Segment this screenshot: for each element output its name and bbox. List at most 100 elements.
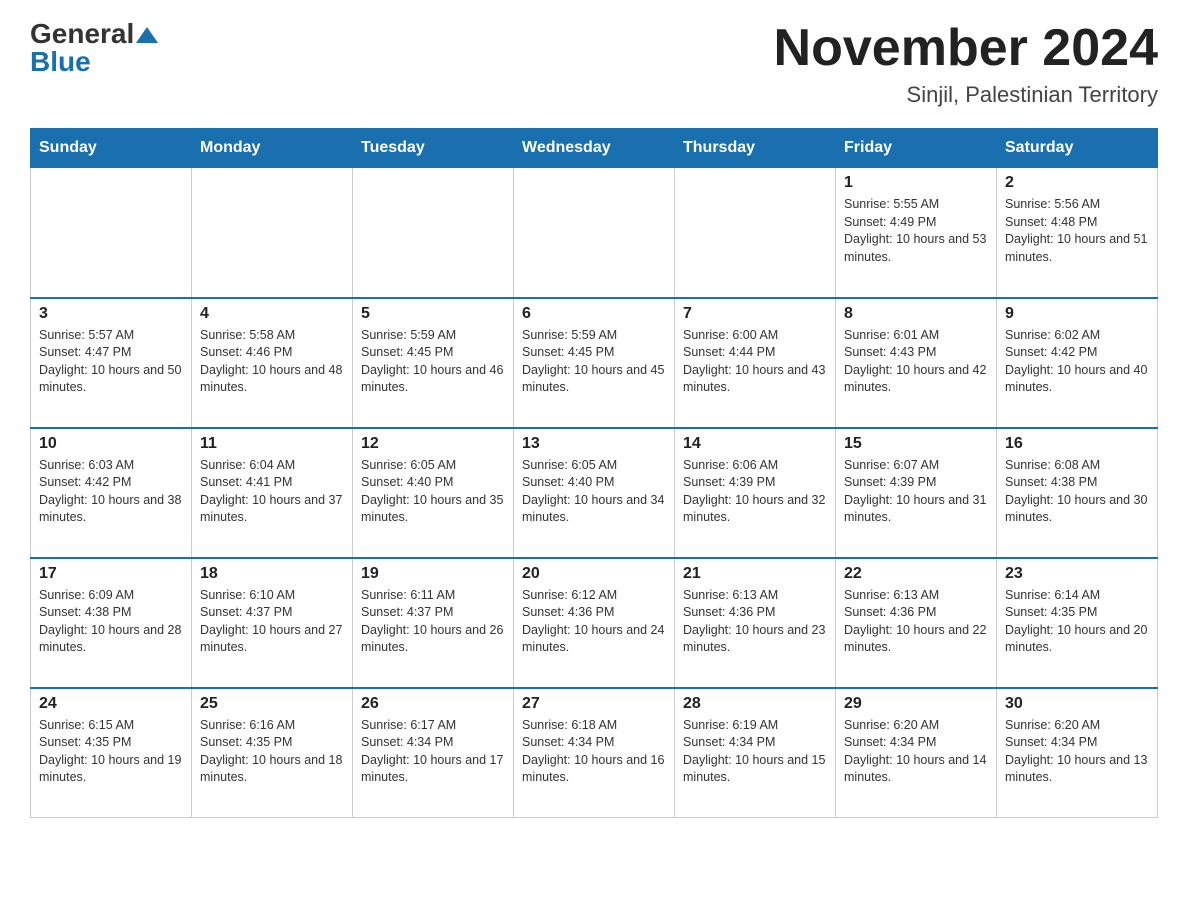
calendar-day-cell: 23 Sunrise: 6:14 AM Sunset: 4:35 PM Dayli… (997, 558, 1158, 688)
logo: General Blue (30, 20, 158, 76)
calendar-day-cell (192, 168, 353, 298)
calendar-day-cell: 13 Sunrise: 6:05 AM Sunset: 4:40 PM Dayli… (514, 428, 675, 558)
day-number: 23 (1005, 565, 1149, 583)
calendar-day-cell: 20 Sunrise: 6:12 AM Sunset: 4:36 PM Dayli… (514, 558, 675, 688)
location-title: Sinjil, Palestinian Territory (774, 82, 1158, 108)
calendar-day-cell: 22Sunrise: 6:13 AM Sunset: 4:36 PM Dayli… (836, 558, 997, 688)
day-number: 27 (522, 695, 666, 713)
day-info: Sunrise: 6:04 AM Sunset: 4:41 PM Dayligh… (200, 457, 344, 527)
day-info: Sunrise: 6:02 AM Sunset: 4:42 PM Dayligh… (1005, 327, 1149, 397)
logo-triangle-icon (136, 24, 158, 46)
day-number: 26 (361, 695, 505, 713)
day-info: Sunrise: 5:55 AM Sunset: 4:49 PM Dayligh… (844, 196, 988, 266)
day-info: Sunrise: 6:20 AM Sunset: 4:34 PM Dayligh… (1005, 717, 1149, 787)
calendar-day-cell (31, 168, 192, 298)
calendar-day-cell: 17Sunrise: 6:09 AM Sunset: 4:38 PM Dayli… (31, 558, 192, 688)
day-info: Sunrise: 6:19 AM Sunset: 4:34 PM Dayligh… (683, 717, 827, 787)
calendar-day-cell: 16 Sunrise: 6:08 AM Sunset: 4:38 PM Dayli… (997, 428, 1158, 558)
calendar-day-cell: 26 Sunrise: 6:17 AM Sunset: 4:34 PM Dayli… (353, 688, 514, 818)
day-number: 6 (522, 305, 666, 323)
day-number: 25 (200, 695, 344, 713)
calendar-day-cell: 25 Sunrise: 6:16 AM Sunset: 4:35 PM Dayli… (192, 688, 353, 818)
day-info: Sunrise: 5:59 AM Sunset: 4:45 PM Dayligh… (361, 327, 505, 397)
day-number: 4 (200, 305, 344, 323)
day-number: 15 (844, 435, 988, 453)
day-number: 30 (1005, 695, 1149, 713)
day-number: 14 (683, 435, 827, 453)
calendar-header-tuesday: Tuesday (353, 129, 514, 168)
day-info: Sunrise: 6:05 AM Sunset: 4:40 PM Dayligh… (361, 457, 505, 527)
day-number: 2 (1005, 174, 1149, 192)
day-info: Sunrise: 5:56 AM Sunset: 4:48 PM Dayligh… (1005, 196, 1149, 266)
day-info: Sunrise: 6:10 AM Sunset: 4:37 PM Dayligh… (200, 587, 344, 657)
day-info: Sunrise: 6:07 AM Sunset: 4:39 PM Dayligh… (844, 457, 988, 527)
calendar-day-cell: 27 Sunrise: 6:18 AM Sunset: 4:34 PM Dayli… (514, 688, 675, 818)
calendar-day-cell: 10 Sunrise: 6:03 AM Sunset: 4:42 PM Dayli… (31, 428, 192, 558)
day-info: Sunrise: 6:12 AM Sunset: 4:36 PM Dayligh… (522, 587, 666, 657)
day-info: Sunrise: 6:14 AM Sunset: 4:35 PM Dayligh… (1005, 587, 1149, 657)
day-number: 10 (39, 435, 183, 453)
day-info: Sunrise: 6:13 AM Sunset: 4:36 PM Dayligh… (844, 587, 988, 657)
calendar-table: SundayMondayTuesdayWednesdayThursdayFrid… (30, 128, 1158, 818)
calendar-day-cell: 3Sunrise: 5:57 AM Sunset: 4:47 PM Daylig… (31, 298, 192, 428)
calendar-day-cell: 28 Sunrise: 6:19 AM Sunset: 4:34 PM Dayli… (675, 688, 836, 818)
day-number: 29 (844, 695, 988, 713)
calendar-header-sunday: Sunday (31, 129, 192, 168)
day-number: 12 (361, 435, 505, 453)
calendar-day-cell (514, 168, 675, 298)
calendar-week-row: 3Sunrise: 5:57 AM Sunset: 4:47 PM Daylig… (31, 298, 1158, 428)
day-number: 7 (683, 305, 827, 323)
calendar-day-cell: 21Sunrise: 6:13 AM Sunset: 4:36 PM Dayli… (675, 558, 836, 688)
month-title: November 2024 (774, 20, 1158, 77)
calendar-week-row: 17Sunrise: 6:09 AM Sunset: 4:38 PM Dayli… (31, 558, 1158, 688)
day-info: Sunrise: 6:15 AM Sunset: 4:35 PM Dayligh… (39, 717, 183, 787)
day-number: 16 (1005, 435, 1149, 453)
calendar-day-cell: 24 Sunrise: 6:15 AM Sunset: 4:35 PM Dayli… (31, 688, 192, 818)
calendar-day-cell: 30 Sunrise: 6:20 AM Sunset: 4:34 PM Dayli… (997, 688, 1158, 818)
calendar-week-row: 1 Sunrise: 5:55 AM Sunset: 4:49 PM Daylig… (31, 168, 1158, 298)
day-info: Sunrise: 6:09 AM Sunset: 4:38 PM Dayligh… (39, 587, 183, 657)
calendar-header-saturday: Saturday (997, 129, 1158, 168)
day-info: Sunrise: 6:20 AM Sunset: 4:34 PM Dayligh… (844, 717, 988, 787)
day-info: Sunrise: 5:58 AM Sunset: 4:46 PM Dayligh… (200, 327, 344, 397)
calendar-day-cell: 18 Sunrise: 6:10 AM Sunset: 4:37 PM Dayli… (192, 558, 353, 688)
day-number: 9 (1005, 305, 1149, 323)
calendar-day-cell (675, 168, 836, 298)
logo-general-text: General (30, 20, 134, 48)
calendar-day-cell: 5 Sunrise: 5:59 AM Sunset: 4:45 PM Daylig… (353, 298, 514, 428)
calendar-day-cell: 9 Sunrise: 6:02 AM Sunset: 4:42 PM Daylig… (997, 298, 1158, 428)
calendar-week-row: 24 Sunrise: 6:15 AM Sunset: 4:35 PM Dayli… (31, 688, 1158, 818)
calendar-header-thursday: Thursday (675, 129, 836, 168)
day-info: Sunrise: 6:08 AM Sunset: 4:38 PM Dayligh… (1005, 457, 1149, 527)
calendar-day-cell: 11 Sunrise: 6:04 AM Sunset: 4:41 PM Dayli… (192, 428, 353, 558)
day-number: 13 (522, 435, 666, 453)
page-header: General Blue November 2024 Sinjil, Pales… (30, 20, 1158, 108)
day-number: 1 (844, 174, 988, 192)
calendar-day-cell: 29 Sunrise: 6:20 AM Sunset: 4:34 PM Dayli… (836, 688, 997, 818)
day-info: Sunrise: 5:59 AM Sunset: 4:45 PM Dayligh… (522, 327, 666, 397)
day-info: Sunrise: 6:00 AM Sunset: 4:44 PM Dayligh… (683, 327, 827, 397)
day-info: Sunrise: 6:13 AM Sunset: 4:36 PM Dayligh… (683, 587, 827, 657)
calendar-header-row: SundayMondayTuesdayWednesdayThursdayFrid… (31, 129, 1158, 168)
day-number: 24 (39, 695, 183, 713)
day-info: Sunrise: 6:05 AM Sunset: 4:40 PM Dayligh… (522, 457, 666, 527)
day-number: 18 (200, 565, 344, 583)
day-number: 28 (683, 695, 827, 713)
day-number: 20 (522, 565, 666, 583)
calendar-day-cell: 14Sunrise: 6:06 AM Sunset: 4:39 PM Dayli… (675, 428, 836, 558)
calendar-day-cell: 2 Sunrise: 5:56 AM Sunset: 4:48 PM Daylig… (997, 168, 1158, 298)
day-info: Sunrise: 6:17 AM Sunset: 4:34 PM Dayligh… (361, 717, 505, 787)
logo-blue-text: Blue (30, 46, 91, 77)
day-info: Sunrise: 6:03 AM Sunset: 4:42 PM Dayligh… (39, 457, 183, 527)
day-number: 11 (200, 435, 344, 453)
calendar-day-cell: 6 Sunrise: 5:59 AM Sunset: 4:45 PM Daylig… (514, 298, 675, 428)
calendar-day-cell: 15 Sunrise: 6:07 AM Sunset: 4:39 PM Dayli… (836, 428, 997, 558)
day-number: 5 (361, 305, 505, 323)
calendar-header-wednesday: Wednesday (514, 129, 675, 168)
calendar-day-cell: 19 Sunrise: 6:11 AM Sunset: 4:37 PM Dayli… (353, 558, 514, 688)
day-number: 19 (361, 565, 505, 583)
day-info: Sunrise: 6:11 AM Sunset: 4:37 PM Dayligh… (361, 587, 505, 657)
calendar-day-cell: 8Sunrise: 6:01 AM Sunset: 4:43 PM Daylig… (836, 298, 997, 428)
day-info: Sunrise: 6:18 AM Sunset: 4:34 PM Dayligh… (522, 717, 666, 787)
day-info: Sunrise: 6:16 AM Sunset: 4:35 PM Dayligh… (200, 717, 344, 787)
